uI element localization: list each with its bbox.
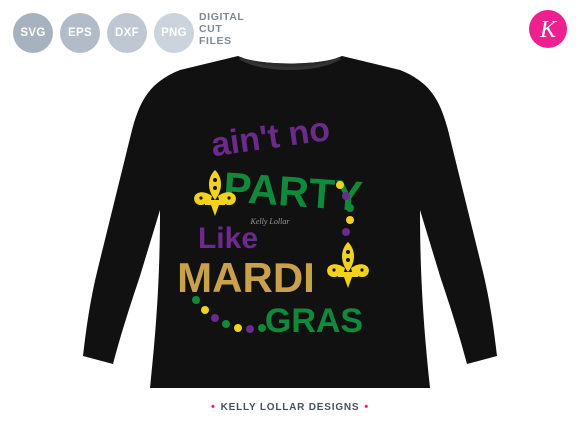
footer-dot-right: •: [364, 401, 370, 413]
design-line-mardi: MARDI: [177, 254, 315, 301]
brand-footer: • KELLY LOLLAR DESIGNS •: [0, 401, 580, 413]
shirt-mockup: ain't no PARTY Like MARDI GRAS Kelly Lol…: [0, 0, 580, 435]
design-line-party: PARTY: [222, 163, 364, 220]
shirt-illustration: ain't no PARTY Like MARDI GRAS Kelly Lol…: [83, 56, 497, 388]
footer-dot-left: •: [210, 401, 216, 413]
design-line-gras: GRAS: [265, 302, 363, 340]
design-watermark: Kelly Lollar: [250, 217, 291, 226]
footer-brand-text: KELLY LOLLAR DESIGNS: [220, 402, 360, 413]
design-line-like: Like: [198, 222, 258, 255]
